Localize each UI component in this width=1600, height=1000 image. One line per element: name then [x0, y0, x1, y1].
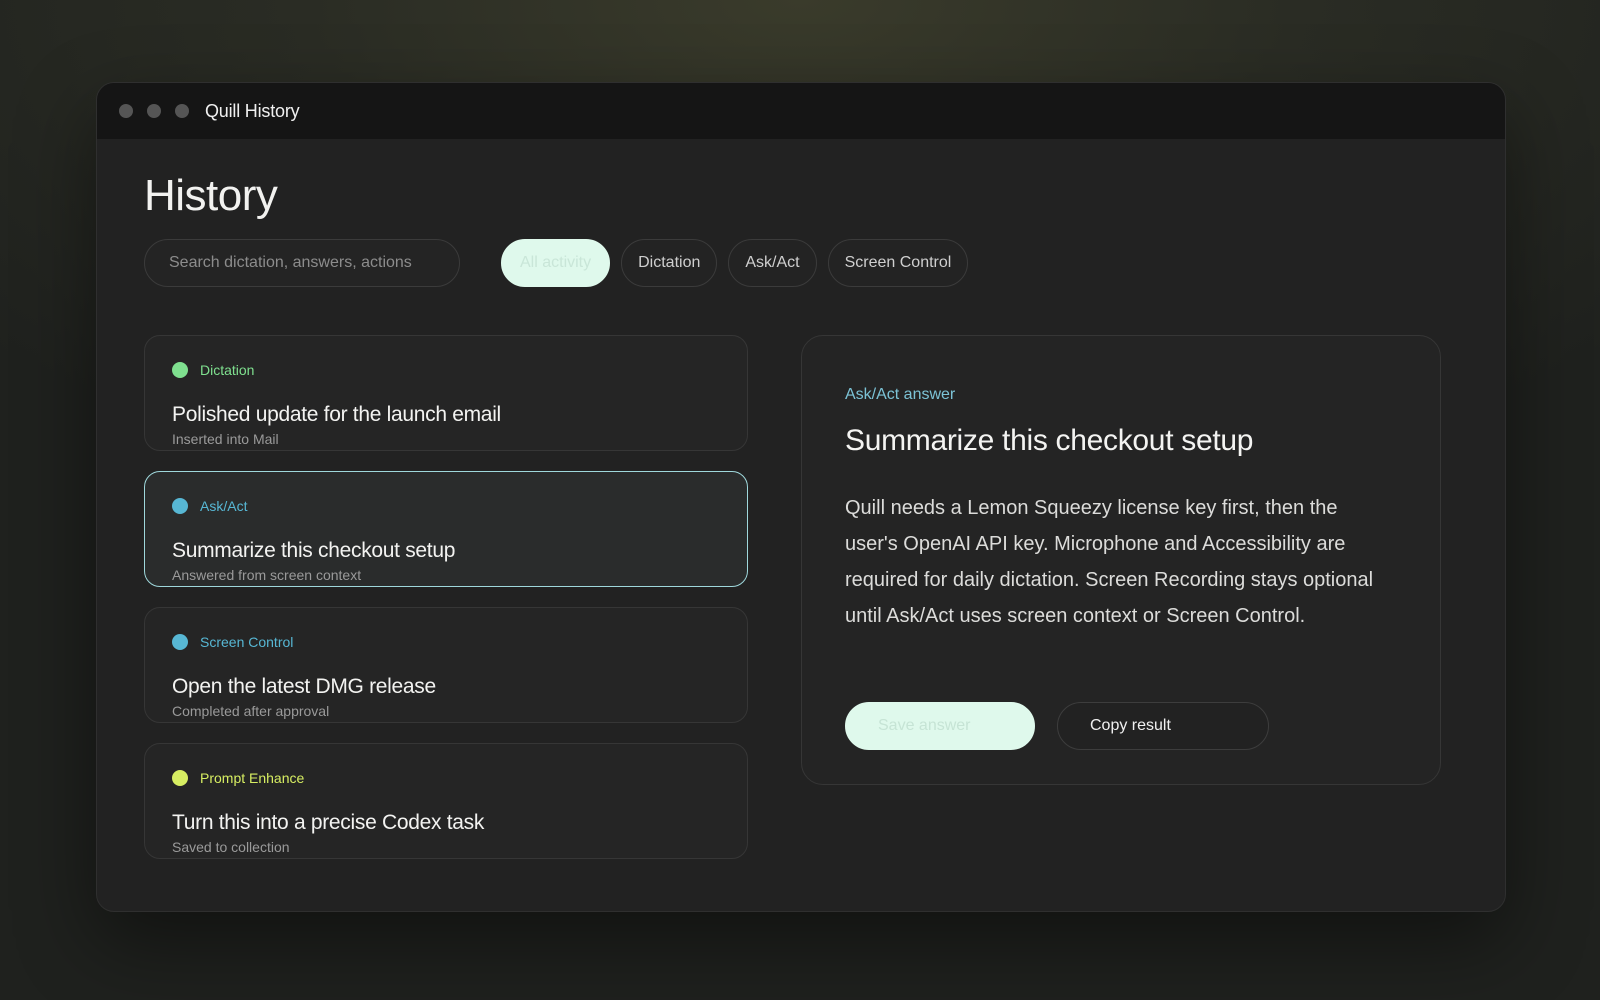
item-title: Turn this into a precise Codex task	[172, 811, 485, 834]
filter-dictation[interactable]: Dictation	[621, 239, 718, 287]
window-controls	[119, 104, 189, 118]
history-item-screen-control[interactable]: Screen Control Open the latest DMG relea…	[144, 607, 748, 723]
page-title: History	[144, 171, 278, 220]
save-answer-button[interactable]: Save answer	[845, 702, 1035, 750]
item-subtitle: Completed after approval	[172, 703, 330, 719]
app-window: Quill History History All activity Dicta…	[96, 82, 1506, 912]
status-dot-icon	[172, 770, 188, 786]
filter-all-activity[interactable]: All activity	[501, 239, 611, 287]
history-item-prompt-enhance[interactable]: Prompt Enhance Turn this into a precise …	[144, 743, 748, 859]
category-tag: Dictation	[172, 362, 254, 378]
search-input[interactable]	[144, 239, 460, 287]
item-title: Polished update for the launch email	[172, 403, 501, 426]
category-tag: Screen Control	[172, 634, 293, 650]
category-label: Prompt Enhance	[200, 770, 305, 786]
filter-screen-control[interactable]: Screen Control	[827, 239, 969, 287]
status-dot-icon	[172, 498, 188, 514]
item-title: Summarize this checkout setup	[172, 539, 456, 562]
zoom-window-button[interactable]	[175, 104, 189, 118]
category-tag: Ask/Act	[172, 498, 247, 514]
detail-kicker: Ask/Act answer	[845, 386, 956, 403]
filter-chips: All activity Dictation Ask/Act Screen Co…	[501, 239, 969, 287]
status-dot-icon	[172, 362, 188, 378]
item-subtitle: Inserted into Mail	[172, 431, 279, 447]
category-label: Screen Control	[200, 634, 294, 650]
detail-panel: Ask/Act answer Summarize this checkout s…	[801, 335, 1441, 785]
filter-ask-act[interactable]: Ask/Act	[728, 239, 817, 287]
item-title: Open the latest DMG release	[172, 675, 436, 698]
title-bar: Quill History	[97, 83, 1505, 139]
copy-result-button[interactable]: Copy result	[1057, 702, 1269, 750]
history-item-dictation[interactable]: Dictation Polished update for the launch…	[144, 335, 748, 451]
history-list: Dictation Polished update for the launch…	[144, 335, 748, 879]
window-title: Quill History	[205, 100, 300, 121]
item-subtitle: Answered from screen context	[172, 567, 362, 583]
item-subtitle: Saved to collection	[172, 839, 290, 855]
category-label: Ask/Act	[200, 498, 248, 514]
category-tag: Prompt Enhance	[172, 770, 304, 786]
detail-title: Summarize this checkout setup	[845, 424, 1254, 457]
close-window-button[interactable]	[119, 104, 133, 118]
detail-body: Quill needs a Lemon Squeezy license key …	[845, 497, 1374, 627]
status-dot-icon	[172, 634, 188, 650]
history-item-ask-act[interactable]: Ask/Act Summarize this checkout setup An…	[144, 471, 748, 587]
category-label: Dictation	[200, 362, 255, 378]
minimize-window-button[interactable]	[147, 104, 161, 118]
